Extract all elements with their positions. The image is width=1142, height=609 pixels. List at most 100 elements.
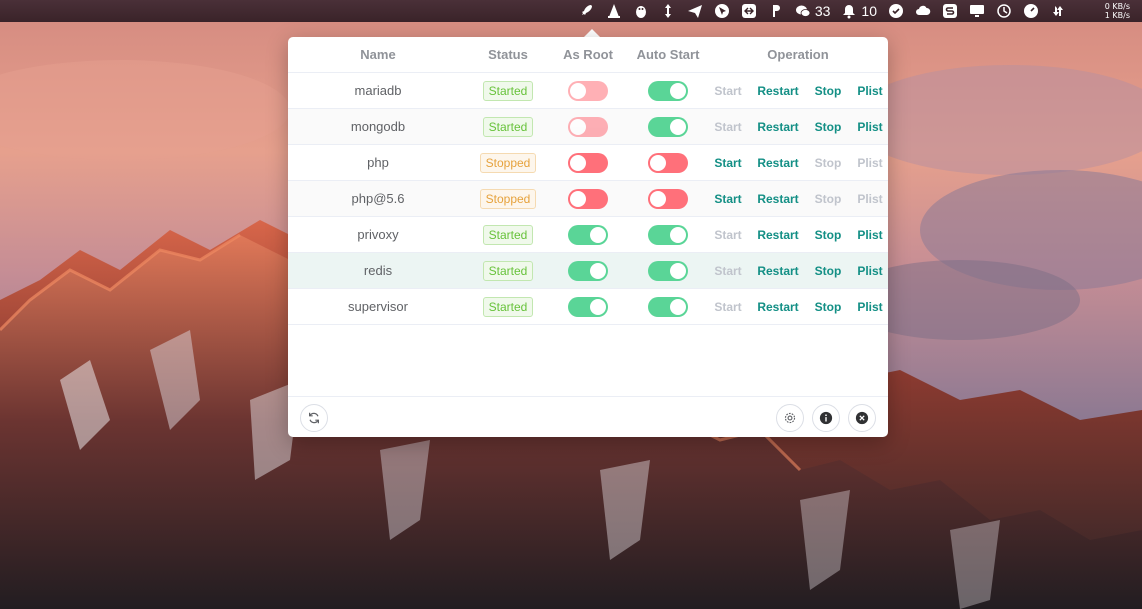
- as-root-toggle[interactable]: [568, 224, 608, 245]
- status-badge: Started: [482, 116, 534, 137]
- close-button[interactable]: [848, 404, 876, 432]
- restart-button[interactable]: Restart: [750, 120, 806, 134]
- sync-arrows-icon[interactable]: [1050, 3, 1066, 19]
- stop-button[interactable]: Stop: [806, 156, 850, 170]
- as-root-toggle[interactable]: [568, 260, 608, 281]
- settings-icon: [784, 412, 796, 424]
- auto-start-toggle[interactable]: [648, 224, 688, 245]
- sogou-s-icon[interactable]: [942, 3, 958, 19]
- stop-button[interactable]: Stop: [806, 120, 850, 134]
- status-badge: Started: [482, 296, 534, 317]
- toggle-knob: [650, 190, 666, 207]
- auto-start-toggle[interactable]: [648, 188, 688, 209]
- qq-penguin-icon[interactable]: [633, 3, 649, 19]
- check-badge-icon[interactable]: [888, 3, 904, 19]
- start-button[interactable]: Start: [706, 120, 750, 134]
- start-button[interactable]: Start: [706, 300, 750, 314]
- restart-button[interactable]: Restart: [750, 228, 806, 242]
- plist-button[interactable]: Plist: [850, 264, 888, 278]
- col-auto-start: Auto Start: [636, 47, 700, 62]
- info-button[interactable]: [812, 404, 840, 432]
- restart-button[interactable]: Restart: [750, 84, 806, 98]
- service-name: php@5.6: [351, 191, 405, 206]
- services-popup: Name Status As Root Auto Start Operation…: [288, 37, 888, 437]
- settings-button[interactable]: [776, 404, 804, 432]
- stop-button[interactable]: Stop: [806, 192, 850, 206]
- plist-button[interactable]: Plist: [850, 120, 888, 134]
- service-name: mariadb: [354, 83, 402, 98]
- toggle-knob: [590, 226, 606, 243]
- net-upload: 0 KB/s: [1104, 2, 1130, 11]
- cloud-icon[interactable]: [915, 3, 931, 19]
- table-row: redis Started Start Restart Stop Plist: [288, 253, 888, 289]
- toggle-knob: [570, 154, 586, 171]
- start-button[interactable]: Start: [706, 156, 750, 170]
- cursor-badge-icon[interactable]: [714, 3, 730, 19]
- start-button[interactable]: Start: [706, 228, 750, 242]
- auto-start-toggle[interactable]: [648, 80, 688, 101]
- network-speed: 0 KB/s 1 KB/s: [1080, 2, 1130, 20]
- status-badge: Stopped: [479, 188, 537, 209]
- service-name: supervisor: [348, 299, 408, 314]
- table-row: php Stopped Start Restart Stop Plist: [288, 145, 888, 181]
- toggle-knob: [590, 298, 606, 315]
- stop-button[interactable]: Stop: [806, 264, 850, 278]
- service-name: privoxy: [357, 227, 399, 242]
- auto-start-toggle[interactable]: [648, 260, 688, 281]
- table-row: php@5.6 Stopped Start Restart Stop Plist: [288, 181, 888, 217]
- auto-start-toggle[interactable]: [648, 296, 688, 317]
- as-root-toggle[interactable]: [568, 152, 608, 173]
- time-machine-icon[interactable]: [996, 3, 1012, 19]
- start-button[interactable]: Start: [706, 264, 750, 278]
- teamviewer-icon[interactable]: [741, 3, 757, 19]
- restart-button[interactable]: Restart: [750, 156, 806, 170]
- close-icon: [855, 411, 869, 425]
- table-row: privoxy Started Start Restart Stop Plist: [288, 217, 888, 253]
- as-root-toggle[interactable]: [568, 188, 608, 209]
- as-root-toggle[interactable]: [568, 116, 608, 137]
- table-body: mariadb Started Start Restart Stop Plist mongo…: [288, 73, 888, 325]
- stop-button[interactable]: Stop: [806, 228, 850, 242]
- plist-button[interactable]: Plist: [850, 228, 888, 242]
- plist-button[interactable]: Plist: [850, 84, 888, 98]
- up-down-arrows-icon[interactable]: [660, 3, 676, 19]
- info-icon: [819, 411, 833, 425]
- toggle-knob: [590, 262, 606, 279]
- auto-start-toggle[interactable]: [648, 152, 688, 173]
- display-icon[interactable]: [969, 3, 985, 19]
- speedometer-icon[interactable]: [1023, 3, 1039, 19]
- plist-button[interactable]: Plist: [850, 192, 888, 206]
- refresh-button[interactable]: [300, 404, 328, 432]
- restart-button[interactable]: Restart: [750, 300, 806, 314]
- plist-button[interactable]: Plist: [850, 156, 888, 170]
- restart-button[interactable]: Restart: [750, 264, 806, 278]
- restart-button[interactable]: Restart: [750, 192, 806, 206]
- vlc-cone-icon[interactable]: [606, 3, 622, 19]
- start-button[interactable]: Start: [706, 192, 750, 206]
- col-as-root: As Root: [563, 47, 613, 62]
- paper-plane-icon[interactable]: [687, 3, 703, 19]
- toggle-knob: [570, 118, 586, 135]
- toggle-knob: [670, 226, 686, 243]
- start-button[interactable]: Start: [706, 84, 750, 98]
- stop-button[interactable]: Stop: [806, 84, 850, 98]
- stop-button[interactable]: Stop: [806, 300, 850, 314]
- toggle-knob: [670, 118, 686, 135]
- as-root-toggle[interactable]: [568, 296, 608, 317]
- status-icons: 33 10: [579, 0, 1066, 22]
- wechat-status[interactable]: 33: [795, 3, 830, 19]
- parking-p-icon[interactable]: [768, 3, 784, 19]
- table-row: mariadb Started Start Restart Stop Plist: [288, 73, 888, 109]
- table-row: supervisor Started Start Restart Stop Plist: [288, 289, 888, 325]
- menu-bar: 33 10 0 KB/s 1 KB/s: [0, 0, 1142, 22]
- qq-count: 10: [861, 3, 877, 19]
- rocket-icon[interactable]: [579, 3, 595, 19]
- service-name: mongodb: [350, 119, 406, 134]
- wechat-icon: [795, 3, 811, 19]
- plist-button[interactable]: Plist: [850, 300, 888, 314]
- as-root-toggle[interactable]: [568, 80, 608, 101]
- toggle-knob: [670, 298, 686, 315]
- auto-start-toggle[interactable]: [648, 116, 688, 137]
- service-name: redis: [363, 263, 393, 278]
- qq-status[interactable]: 10: [841, 3, 877, 19]
